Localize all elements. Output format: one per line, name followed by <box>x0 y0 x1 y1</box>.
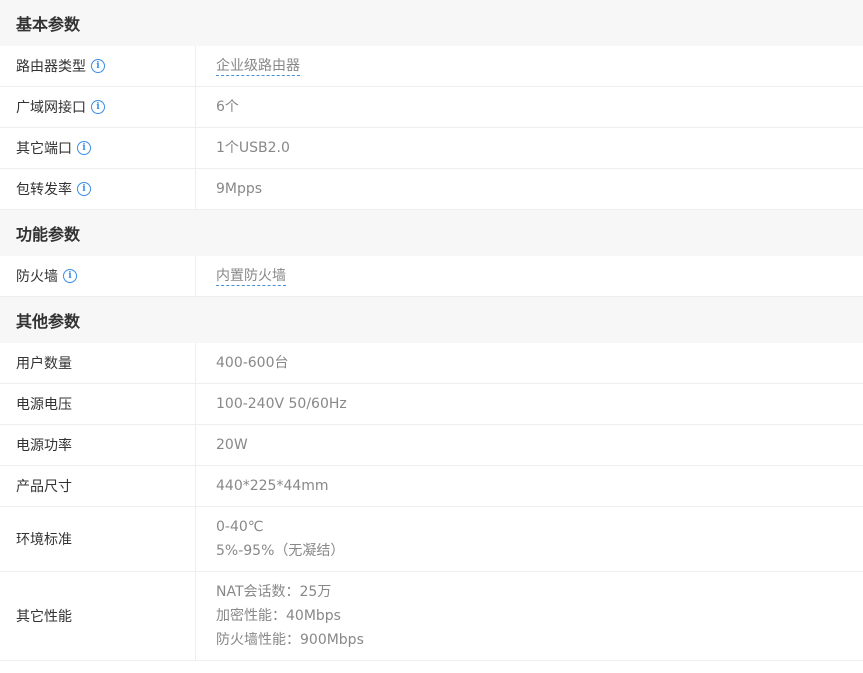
spec-value: 1个USB2.0 <box>216 140 290 156</box>
spec-value-line: 防火墙性能：900Mbps <box>216 632 364 648</box>
spec-label: 产品尺寸 <box>16 479 72 495</box>
spec-label-cell: 电源功率 <box>0 425 196 465</box>
spec-row-firewall: 防火墙 i 内置防火墙 <box>0 256 863 297</box>
spec-table: 基本参数 路由器类型 i 企业级路由器 广域网接口 i 6个 其它端口 i 1个… <box>0 0 863 661</box>
spec-label: 广域网接口 <box>16 100 86 116</box>
section-title: 基本参数 <box>16 15 81 34</box>
spec-value-cell: 9Mpps <box>196 169 863 209</box>
spec-row-other-ports: 其它端口 i 1个USB2.0 <box>0 128 863 169</box>
spec-row-environment: 环境标准 0-40℃ 5%-95%（无凝结） <box>0 507 863 572</box>
info-icon[interactable]: i <box>91 59 105 73</box>
spec-label-cell: 广域网接口 i <box>0 87 196 127</box>
spec-value: 20W <box>216 437 248 453</box>
spec-label: 路由器类型 <box>16 59 86 75</box>
spec-value-cell: 400-600台 <box>196 343 863 383</box>
spec-label: 电源功率 <box>16 438 72 454</box>
info-icon[interactable]: i <box>77 141 91 155</box>
section-title: 功能参数 <box>16 225 81 244</box>
spec-value-cell: 100-240V 50/60Hz <box>196 384 863 424</box>
spec-value-link[interactable]: 内置防火墙 <box>216 267 286 286</box>
spec-row-forwarding-rate: 包转发率 i 9Mpps <box>0 169 863 210</box>
section-header-other: 其他参数 <box>0 297 863 343</box>
spec-value-line: 0-40℃ <box>216 519 264 535</box>
spec-row-performance: 其它性能 NAT会话数：25万 加密性能：40Mbps 防火墙性能：900Mbp… <box>0 572 863 661</box>
info-icon[interactable]: i <box>91 100 105 114</box>
spec-label-cell: 产品尺寸 <box>0 466 196 506</box>
spec-value-cell: 内置防火墙 <box>196 256 863 296</box>
spec-label: 包转发率 <box>16 182 72 198</box>
spec-label-cell: 其它端口 i <box>0 128 196 168</box>
section-title: 其他参数 <box>16 312 81 331</box>
spec-label: 电源电压 <box>16 397 72 413</box>
spec-value: 400-600台 <box>216 355 289 371</box>
spec-value-cell: 20W <box>196 425 863 465</box>
spec-label-cell: 包转发率 i <box>0 169 196 209</box>
spec-value-link[interactable]: 企业级路由器 <box>216 57 300 76</box>
spec-label-cell: 其它性能 <box>0 572 196 660</box>
spec-row-user-count: 用户数量 400-600台 <box>0 343 863 384</box>
spec-label: 其它端口 <box>16 141 72 157</box>
spec-value-cell: 企业级路由器 <box>196 46 863 86</box>
spec-row-wan-ports: 广域网接口 i 6个 <box>0 87 863 128</box>
spec-label-cell: 用户数量 <box>0 343 196 383</box>
spec-value-line: 5%-95%（无凝结） <box>216 543 345 559</box>
spec-value-line: NAT会话数：25万 <box>216 584 332 600</box>
spec-label-cell: 路由器类型 i <box>0 46 196 86</box>
spec-value-cell: 6个 <box>196 87 863 127</box>
spec-value-cell: 0-40℃ 5%-95%（无凝结） <box>196 507 863 571</box>
spec-label: 防火墙 <box>16 269 58 285</box>
spec-label: 用户数量 <box>16 356 72 372</box>
spec-row-power-consumption: 电源功率 20W <box>0 425 863 466</box>
spec-value: 9Mpps <box>216 181 263 197</box>
spec-row-router-type: 路由器类型 i 企业级路由器 <box>0 46 863 87</box>
info-icon[interactable]: i <box>77 182 91 196</box>
spec-value: 6个 <box>216 99 239 115</box>
spec-label: 环境标准 <box>16 532 72 548</box>
spec-value: 100-240V 50/60Hz <box>216 396 347 412</box>
spec-value-cell: NAT会话数：25万 加密性能：40Mbps 防火墙性能：900Mbps <box>196 572 863 660</box>
spec-row-power-voltage: 电源电压 100-240V 50/60Hz <box>0 384 863 425</box>
spec-row-dimensions: 产品尺寸 440*225*44mm <box>0 466 863 507</box>
spec-value-cell: 440*225*44mm <box>196 466 863 506</box>
spec-label-cell: 环境标准 <box>0 507 196 571</box>
spec-value-cell: 1个USB2.0 <box>196 128 863 168</box>
section-header-function: 功能参数 <box>0 210 863 256</box>
spec-label: 其它性能 <box>16 609 72 625</box>
spec-label-cell: 防火墙 i <box>0 256 196 296</box>
spec-value-line: 加密性能：40Mbps <box>216 608 341 624</box>
spec-value: 440*225*44mm <box>216 478 329 494</box>
spec-label-cell: 电源电压 <box>0 384 196 424</box>
info-icon[interactable]: i <box>63 269 77 283</box>
section-header-basic: 基本参数 <box>0 0 863 46</box>
